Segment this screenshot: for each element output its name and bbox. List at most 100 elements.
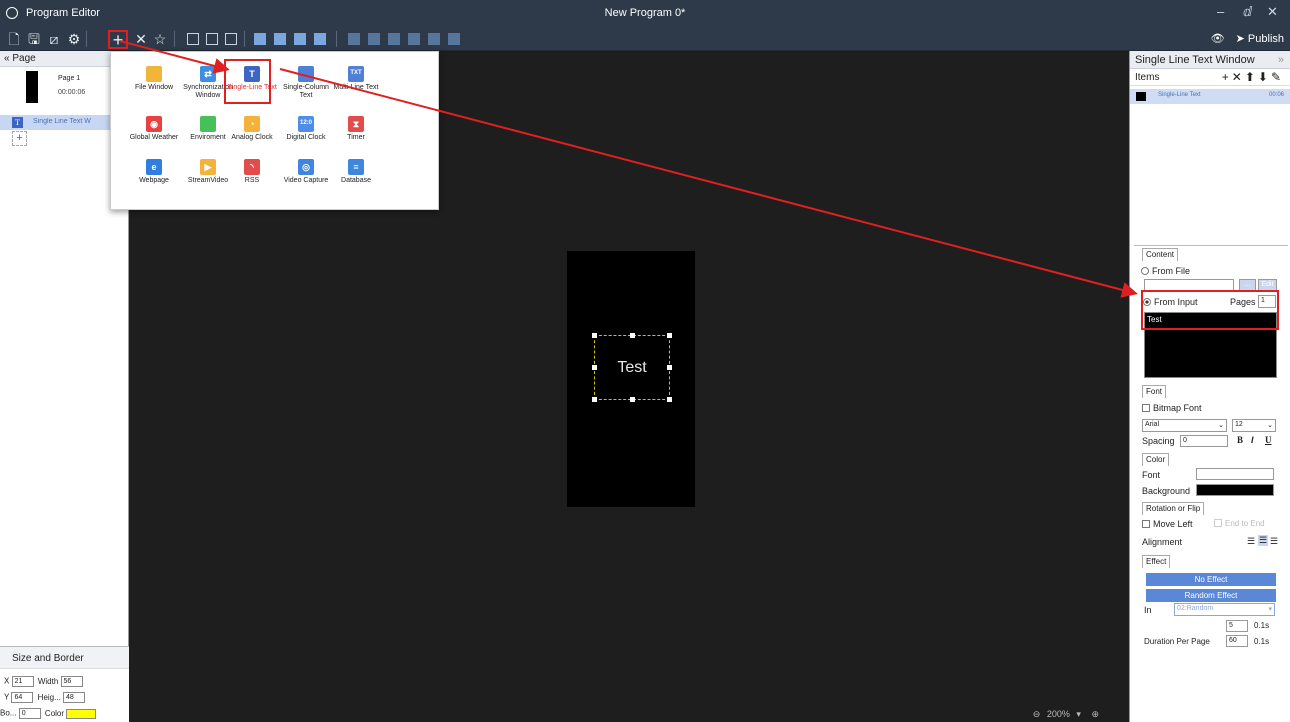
from-file-option[interactable]: From File [1141, 266, 1190, 276]
folder-icon [146, 66, 162, 82]
add-item-icon[interactable]: + [1222, 70, 1232, 84]
move-down-icon[interactable] [314, 33, 326, 45]
height-field[interactable]: 48 [63, 692, 86, 703]
bitmap-font-checkbox[interactable]: Bitmap Font [1142, 403, 1202, 413]
tab-color[interactable]: Color [1142, 453, 1170, 466]
resize-handle[interactable] [667, 397, 672, 402]
background-color-swatch[interactable] [1196, 484, 1274, 496]
resize-handle[interactable] [667, 333, 672, 338]
align-left-icon[interactable] [408, 33, 420, 45]
page-window-item[interactable]: T Single Line Text W [0, 115, 128, 130]
no-effect-button[interactable]: No Effect [1146, 573, 1276, 586]
checkbox-icon[interactable] [1142, 520, 1150, 528]
resize-handle[interactable] [667, 365, 672, 370]
size-row-3: Bo... 0 Color [0, 708, 97, 721]
menu-item-multi-line-text[interactable]: TXT Multi-Line Text [327, 66, 385, 92]
preview-eye-icon[interactable]: 👁 [1211, 33, 1225, 45]
text-window-selection[interactable]: Test [592, 333, 672, 402]
x-field[interactable]: 21 [11, 676, 34, 687]
delete-icon[interactable]: ✕ [133, 31, 149, 47]
end-to-end-checkbox[interactable]: End to End [1214, 519, 1265, 528]
zoom-level[interactable]: 200% [1047, 709, 1070, 719]
align-left-text-icon[interactable]: ☰ [1247, 536, 1255, 547]
save-icon[interactable]: 🖫 [26, 31, 42, 47]
fit-window-icon[interactable] [187, 33, 199, 45]
item-name: Single-Line Text [1158, 92, 1201, 98]
tab-font[interactable]: Font [1142, 385, 1167, 398]
browser-icon: e [146, 159, 162, 175]
font-family-select[interactable]: Arial ⌄ [1142, 419, 1227, 432]
add-page-button[interactable]: + [12, 131, 27, 146]
align-top-icon[interactable] [348, 33, 360, 45]
resize-handle[interactable] [592, 333, 597, 338]
italic-button[interactable]: I [1251, 435, 1254, 445]
page-item[interactable]: Page 1 00:00:06 [0, 67, 128, 115]
move-up-icon[interactable]: ⬆ [1245, 70, 1258, 84]
resize-handle[interactable] [592, 397, 597, 402]
radio-icon[interactable] [1141, 267, 1149, 275]
settings-gear-icon[interactable]: ⚙ [66, 31, 82, 47]
fill-height-icon[interactable] [225, 33, 237, 45]
zoom-dropdown-icon[interactable]: ▾ [1076, 709, 1081, 719]
align-center-text-icon[interactable]: ☰ [1258, 535, 1269, 546]
close-button[interactable]: ✕ [1267, 4, 1278, 20]
zoom-in-icon[interactable]: ⊕ [1091, 709, 1099, 719]
font-size-select[interactable]: 12 ⌄ [1232, 419, 1276, 432]
restore-button[interactable]: ⅆ [1243, 4, 1252, 20]
zoom-out-icon[interactable]: ⊖ [1033, 709, 1041, 719]
border-color-swatch[interactable] [66, 708, 97, 719]
move-down-icon[interactable]: ⬇ [1258, 70, 1271, 84]
align-center-icon[interactable] [428, 33, 440, 45]
checkbox-icon[interactable] [1214, 519, 1222, 527]
random-effect-button[interactable]: Random Effect [1146, 589, 1276, 602]
speed-field[interactable]: 5 [1226, 620, 1248, 632]
menu-item-file-window[interactable]: File Window [125, 66, 183, 92]
page-panel-header: « Page [0, 51, 128, 67]
menu-item-rss[interactable]: ◝ RSS [223, 159, 281, 185]
delete-item-icon[interactable]: ✕ [1232, 70, 1245, 84]
align-middle-icon[interactable] [368, 33, 380, 45]
border-select[interactable]: 0 [18, 708, 41, 719]
menu-item-analog-clock[interactable]: ◔ Analog Clock [223, 116, 281, 142]
minimize-button[interactable]: – [1217, 4, 1224, 19]
duration-field[interactable]: 60 [1226, 635, 1248, 647]
align-right-icon[interactable] [448, 33, 460, 45]
spacing-field[interactable]: 0 [1180, 435, 1228, 447]
bring-front-icon[interactable] [254, 33, 266, 45]
resize-handle[interactable] [592, 365, 597, 370]
fill-width-icon[interactable] [206, 33, 218, 45]
led-screen-preview[interactable]: Test [567, 251, 695, 507]
checkbox-icon[interactable] [1142, 404, 1150, 412]
move-left-checkbox[interactable]: Move Left [1142, 519, 1193, 529]
export-icon[interactable]: ⧄ [46, 31, 62, 47]
new-file-icon[interactable]: 🗋 [6, 31, 22, 47]
y-field[interactable]: 64 [11, 692, 34, 703]
globe-icon: ◉ [146, 116, 162, 132]
collapse-icon[interactable]: » [1278, 54, 1284, 66]
send-back-icon[interactable] [274, 33, 286, 45]
item-row[interactable]: Single-Line Text 00:06 [1130, 89, 1290, 104]
font-color-swatch[interactable] [1196, 468, 1274, 480]
edit-icon[interactable]: ✎ [1271, 70, 1284, 84]
menu-item-timer[interactable]: ⧗ Timer [327, 116, 385, 142]
menu-item-global-weather[interactable]: ◉ Global Weather [125, 116, 183, 142]
align-right-text-icon[interactable]: ☰ [1270, 536, 1278, 547]
publish-button[interactable]: Publish [1248, 33, 1284, 45]
in-effect-select[interactable]: 02:Random ▾ [1174, 603, 1275, 616]
page-duration: 00:00:06 [58, 89, 86, 96]
width-field[interactable]: 56 [60, 676, 83, 687]
align-bottom-icon[interactable] [388, 33, 400, 45]
tab-rotation[interactable]: Rotation or Flip [1142, 502, 1205, 515]
menu-item-webpage[interactable]: e Webpage [125, 159, 183, 185]
resize-handle[interactable] [630, 333, 635, 338]
add-window-button[interactable]: + [108, 30, 128, 49]
tab-content[interactable]: Content [1142, 248, 1179, 261]
bold-button[interactable]: B [1237, 435, 1243, 445]
resize-handle[interactable] [630, 397, 635, 402]
underline-button[interactable]: U [1265, 435, 1272, 445]
select-pointer-icon[interactable]: ☆ [152, 31, 168, 47]
move-up-icon[interactable] [294, 33, 306, 45]
camera-icon: ◎ [298, 159, 314, 175]
menu-item-database[interactable]: ≡ Database [327, 159, 385, 185]
tab-effect[interactable]: Effect [1142, 555, 1171, 568]
